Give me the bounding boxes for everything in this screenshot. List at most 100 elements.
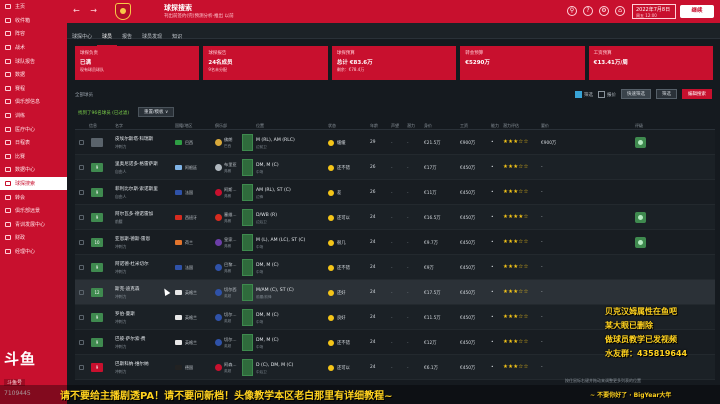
row-checkbox[interactable]	[79, 290, 84, 295]
quick-filter-dropdown[interactable]: 快速筛选	[621, 89, 651, 99]
player-club[interactable]: 阿森…	[224, 362, 237, 368]
column-header-6[interactable]: 年龄	[370, 123, 378, 129]
sidebar-item-8[interactable]: 训练	[0, 109, 67, 123]
player-club[interactable]: 切尔西	[224, 287, 237, 293]
player-club[interactable]: 布里亚	[224, 162, 237, 168]
player-name[interactable]: 里奥尼诺多·格雷萨斯	[115, 161, 158, 167]
row-checkbox[interactable]	[79, 190, 84, 195]
sidebar-item-12[interactable]: 数据中心	[0, 163, 67, 177]
tab-2[interactable]: 报告	[117, 28, 137, 45]
row-checkbox[interactable]	[79, 215, 84, 220]
player-name[interactable]: 皮埃尔斯塔·科瑞斯	[115, 136, 153, 142]
sidebar-item-6[interactable]: 赛程	[0, 82, 67, 96]
player-name[interactable]: 斯克·迪克森	[115, 286, 139, 292]
tab-1[interactable]: 球员	[97, 28, 118, 47]
player-club[interactable]: 巴黎…	[224, 262, 237, 268]
club-crest-icon[interactable]	[115, 3, 131, 20]
game-date[interactable]: 2022年7月8日 周五 12:00	[632, 4, 676, 19]
tab-4[interactable]: 知识	[167, 28, 187, 45]
row-checkbox[interactable]	[79, 265, 84, 270]
summary-card-1[interactable]: 球探报告 24名成员 9名未分配	[203, 46, 328, 80]
back-button[interactable]: ←	[73, 6, 80, 15]
row-checkbox[interactable]	[79, 140, 84, 145]
player-club[interactable]: 佛朗	[224, 137, 232, 143]
sidebar-item-18[interactable]: 经理中心	[0, 245, 67, 259]
player-club[interactable]: 切尔…	[224, 337, 237, 343]
column-header-2[interactable]: 国籍/地区	[175, 123, 192, 129]
row-checkbox[interactable]	[79, 165, 84, 170]
table-row[interactable]: 10 亚恩斯·德斯·雷恩 冲刺力 荷兰 皇家… 弗朗 M (L), AM (LC), ST …	[75, 230, 715, 255]
help-icon[interactable]: ?	[583, 6, 593, 16]
summary-card-0[interactable]: 球探负责 已满 现有球员球队	[75, 46, 200, 80]
summary-card-4[interactable]: 工资预算 €13.41万/周	[588, 46, 714, 80]
sidebar-item-4[interactable]: 球队报告	[0, 54, 67, 68]
edit-search-button[interactable]: 编辑搜索	[682, 89, 712, 99]
table-row[interactable]: 9 菲利比尔斯·索诺斯里 自由人 法国 阿斯… 弗朗 AM (RL), ST (C) 边锋 差 2…	[75, 180, 715, 205]
table-row[interactable]: 皮埃尔斯塔·科瑞斯 冲刺力 巴西 佛朗 巴西 M (RL), AM (RLC) 边前卫 缓缓 2…	[75, 130, 715, 155]
column-header-9[interactable]: 身价	[424, 123, 432, 129]
filter-button[interactable]: 筛选	[656, 89, 677, 99]
player-club[interactable]: 塞维…	[224, 212, 237, 218]
column-header-0[interactable]: 信息	[89, 123, 97, 129]
sidebar-item-10[interactable]: 日程表	[0, 136, 67, 150]
sidebar-item-15[interactable]: 俱乐部远景	[0, 204, 67, 218]
column-header-5[interactable]: 状态	[328, 123, 336, 129]
sidebar-item-17[interactable]: 财政	[0, 231, 67, 245]
column-header-1[interactable]: 名字	[115, 123, 123, 129]
player-name[interactable]: 阿诺德·杜米切尔	[115, 261, 149, 267]
player-club[interactable]: 皇家…	[224, 237, 237, 243]
sidebar-item-16[interactable]: 青训发展中心	[0, 218, 67, 232]
continue-button[interactable]: 继续	[680, 5, 714, 18]
tab-0[interactable]: 球探中心	[67, 28, 97, 45]
filter-scope-label[interactable]: 全部球员	[75, 92, 93, 98]
table-row[interactable]: 9 里奥尼诺多·格雷萨斯 自由人 阿根廷 布里亚 弗朗 DM, M (C) 中场 还不错 26 - -…	[75, 155, 715, 180]
sidebar-item-3[interactable]: 战术	[0, 41, 67, 55]
sidebar-item-14[interactable]: 转会	[0, 190, 67, 204]
sidebar-item-2[interactable]: 阵容	[0, 27, 67, 41]
filter-option-2[interactable]: 报价	[598, 90, 616, 98]
filter-option-1[interactable]: 筛选	[575, 90, 593, 98]
scout-rating-icon[interactable]	[635, 212, 646, 223]
row-checkbox[interactable]	[79, 240, 84, 245]
forward-button[interactable]: →	[90, 6, 97, 15]
table-row[interactable]: 12 斯克·迪克森 冲刺力 英格兰 切尔西 英超 M/AM (C), ST (C) 前腰/前锋…	[75, 280, 715, 305]
row-checkbox[interactable]	[79, 315, 84, 320]
checkbox-checked-icon[interactable]	[575, 90, 582, 98]
settings-icon[interactable]: ⚙	[599, 6, 609, 16]
search-icon[interactable]: ⚲	[567, 6, 577, 16]
sidebar-item-9[interactable]: 医疗中心	[0, 122, 67, 136]
home-icon[interactable]: ⌂	[615, 6, 625, 16]
column-header-13[interactable]: 要价	[541, 123, 549, 129]
sidebar-item-1[interactable]: 收件箱	[0, 14, 67, 28]
sidebar-item-7[interactable]: 俱乐部信息	[0, 95, 67, 109]
player-name[interactable]: 阿尔瓦多·德诺雷加	[115, 211, 153, 217]
column-header-10[interactable]: 工资	[460, 123, 468, 129]
column-header-14[interactable]: 评级	[635, 123, 643, 129]
column-header-3[interactable]: 俱乐部	[215, 123, 227, 129]
player-name[interactable]: 巴斯科纳·维尔纳	[115, 361, 149, 367]
column-header-4[interactable]: 位置	[256, 123, 264, 129]
checkbox-icon[interactable]	[598, 90, 605, 98]
summary-card-2[interactable]: 球探预算 总计 €83.6万 剩余：€78.4万	[331, 46, 457, 80]
sidebar-item-5[interactable]: 数据	[0, 68, 67, 82]
tab-3[interactable]: 球员发现	[137, 28, 167, 45]
sidebar-item-11[interactable]: 比赛	[0, 150, 67, 164]
sidebar-item-13[interactable]: 球探搜索	[0, 176, 67, 191]
view-template-select[interactable]: 重置/模板 ∨	[138, 107, 175, 117]
player-name[interactable]: 亚恩斯·德斯·雷恩	[115, 236, 150, 242]
scout-rating-icon[interactable]	[635, 237, 646, 248]
player-club[interactable]: 切尔…	[224, 312, 237, 318]
table-row[interactable]: 9 阿尔瓦多·德诺雷加 前腰 西班牙 塞维… 弗朗 D/WB (R) 边后卫 还可以 24 - - €1…	[75, 205, 715, 230]
row-checkbox[interactable]	[79, 365, 84, 370]
column-header-7[interactable]: 声望	[391, 123, 399, 129]
scout-rating-icon[interactable]	[635, 137, 646, 148]
summary-card-3[interactable]: 转会预算 €5290万	[460, 46, 585, 80]
row-checkbox[interactable]	[79, 340, 84, 345]
player-name[interactable]: 巴彼·萨尔索·费	[115, 336, 145, 342]
column-header-12[interactable]: 潜力评估	[503, 123, 519, 129]
player-name[interactable]: 菲利比尔斯·索诺斯里	[115, 186, 158, 192]
column-header-8[interactable]: 潜力	[407, 123, 415, 129]
table-row[interactable]: 9 阿诺德·杜米切尔 冲刺力 法国 巴黎… 弗朗 DM, M (C) 中场 还不错 24 - - €9万…	[75, 255, 715, 280]
sidebar-item-0[interactable]: 主页	[0, 0, 67, 14]
player-name[interactable]: 罗伯·曼斯	[115, 311, 135, 317]
